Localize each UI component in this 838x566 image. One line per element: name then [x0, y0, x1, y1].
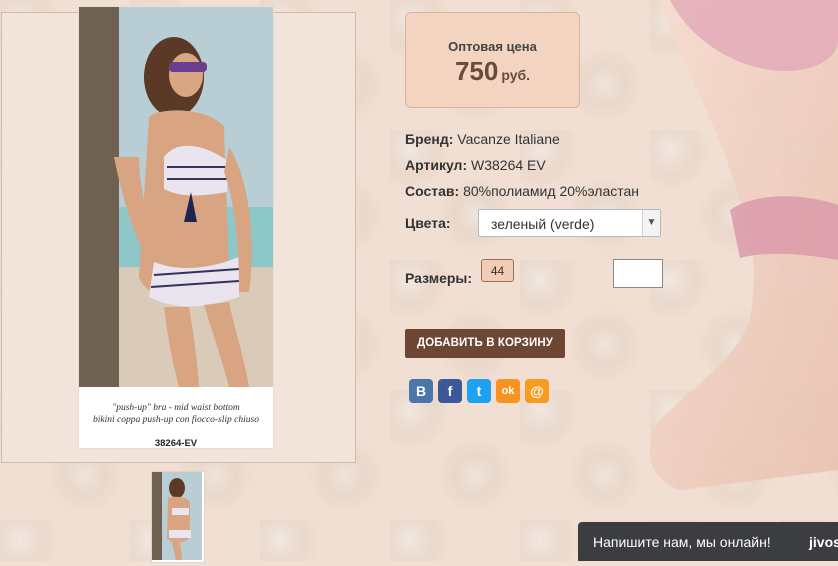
quantity-input[interactable]	[613, 259, 663, 288]
brand-value: Vacanze Italiane	[457, 131, 560, 147]
twitter-icon[interactable]: t	[467, 379, 491, 403]
add-to-cart-button[interactable]: ДОБАВИТЬ В КОРЗИНУ	[405, 329, 565, 358]
composition-row: Состав: 80%полиамид 20%эластан	[405, 183, 639, 199]
decorative-model-image	[640, 0, 838, 561]
size-option[interactable]: 44	[481, 259, 514, 282]
product-photo[interactable]: "push-up" bra - mid waist bottom bikini …	[78, 6, 274, 449]
sizes-label: Размеры:	[405, 270, 473, 286]
article-label: Артикул:	[405, 157, 468, 173]
photo-caption-line2: bikini coppa push-up con fiocco-slip chi…	[93, 415, 259, 425]
odnoklassniki-icon[interactable]: ok	[496, 379, 520, 403]
price-box: Оптовая цена 750 руб.	[405, 12, 580, 108]
brand-row: Бренд: Vacanze Italiane	[405, 131, 560, 147]
article-value: W38264 EV	[471, 157, 546, 173]
chat-brand-logo: jivos	[809, 534, 838, 550]
price-currency: руб.	[501, 67, 531, 83]
chevron-down-icon[interactable]: ▼	[642, 210, 660, 236]
chat-widget[interactable]: Напишите нам, мы онлайн! jivos	[578, 522, 838, 561]
vk-icon[interactable]: В	[409, 379, 433, 403]
photo-caption-line1: "push-up" bra - mid waist bottom	[112, 403, 240, 413]
colors-label: Цвета:	[405, 215, 451, 231]
composition-label: Состав:	[405, 183, 460, 199]
article-row: Артикул: W38264 EV	[405, 157, 546, 173]
color-select-value: зеленый (verde)	[491, 216, 595, 232]
chat-message: Напишите нам, мы онлайн!	[593, 534, 771, 550]
product-thumbnail[interactable]	[151, 471, 205, 563]
color-select[interactable]: зеленый (verde) ▼	[478, 209, 661, 237]
price-caption: Оптовая цена	[448, 39, 537, 54]
price-amount: 750	[454, 56, 499, 86]
facebook-icon[interactable]: f	[438, 379, 462, 403]
composition-value: 80%полиамид 20%эластан	[463, 183, 640, 199]
brand-label: Бренд:	[405, 131, 454, 147]
mail-icon[interactable]: @	[525, 379, 549, 403]
photo-product-code: 38264-EV	[154, 438, 198, 449]
price-value: 750 руб.	[406, 56, 579, 87]
